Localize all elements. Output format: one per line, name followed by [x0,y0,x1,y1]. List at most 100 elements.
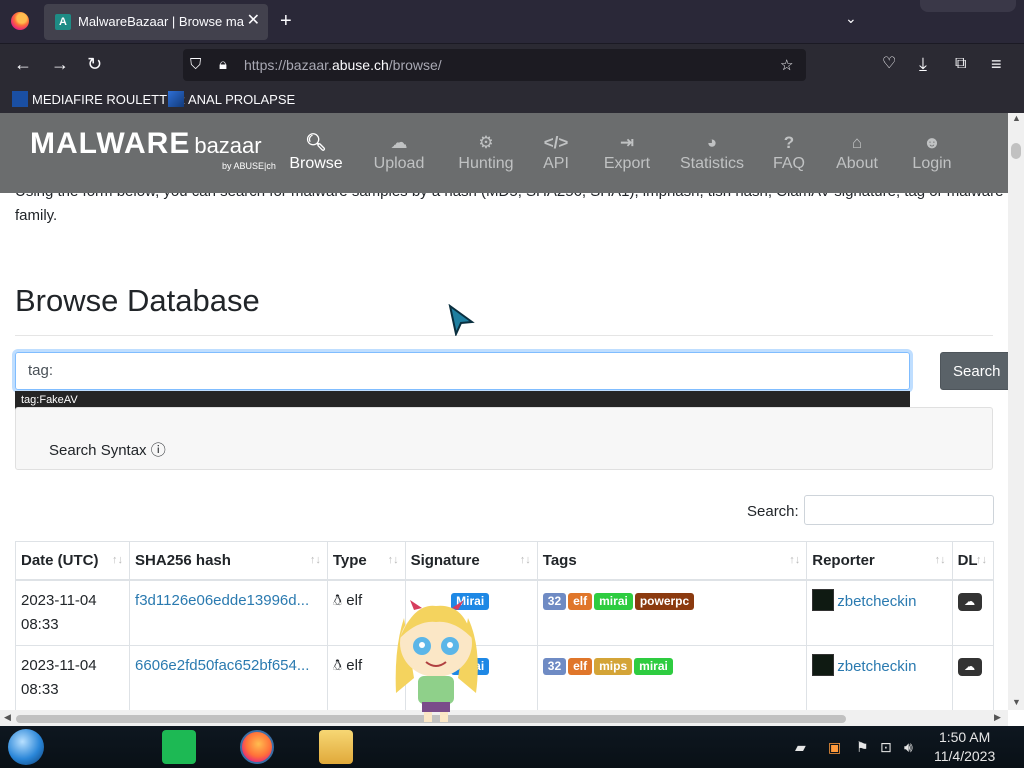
volume-icon[interactable]: 🔊︎ [904,739,913,756]
close-tab-icon[interactable]: ✕ [247,12,260,30]
search-button[interactable]: Search [940,352,1008,390]
tag-badge[interactable]: mips [594,658,633,675]
download-icon[interactable]: ☁ [957,593,982,611]
column-header-3[interactable]: Signature ↑↓ [404,541,538,581]
tracking-protection-icon[interactable]: ⛉ [190,56,201,73]
question-icon: ? [783,133,795,152]
column-header-6[interactable]: DL ↑↓ [951,541,995,581]
firefox-taskbar-icon[interactable] [240,730,274,764]
new-tab-icon[interactable]: + [280,10,292,32]
tag-badge[interactable]: 32 [542,593,567,610]
downloads-icon[interactable]: ⤓ [919,54,927,74]
sort-arrows-icon[interactable]: ↑↓ [310,554,321,566]
pocket-icon[interactable]: ♡ [882,54,896,74]
tag-badge[interactable]: powerpc [634,593,695,610]
table-row: 2023-11-04 08:33 6606e2fd50fac652bf654... 🐧… [14,645,995,710]
site-navbar: MALWARE bazaar by ABUSE|ch 🔍︎ Browse ☁ Uploa… [0,113,1008,193]
system-clock[interactable]: 1:50 AM 11/4/2023 [934,728,995,766]
vertical-scrollbar[interactable]: ▲ ▼ [1008,113,1024,710]
reporter-link[interactable]: zbetcheckin [837,658,916,675]
download-icon[interactable]: ☁ [957,658,982,676]
hash-link[interactable]: f3d1126e06edde13996d... [135,592,309,609]
search-icon: 🔍︎ [305,133,327,152]
scroll-up-icon[interactable]: ▲ [1012,113,1021,123]
scroll-left-icon[interactable]: ◀ [4,712,11,723]
file-explorer-icon[interactable] [319,730,353,764]
nav-faq[interactable]: ? FAQ [749,133,829,173]
search-input[interactable]: tag: [15,352,910,390]
linux-penguin-icon: 🐧︎ [332,592,343,609]
nav-hunting[interactable]: ⚙ Hunting [446,133,526,173]
nav-about[interactable]: ⌂ About [822,133,892,173]
cell-tags: 32 elf mirai powerpc [536,579,808,646]
column-header-2[interactable]: Type ↑↓ [326,541,406,581]
column-header-0[interactable]: Date (UTC) ↑↓ [14,541,131,581]
cell-date: 2023-11-04 08:33 [14,645,131,710]
lock-icon[interactable]: 🔒︎ [219,56,227,73]
nav-login[interactable]: ☻ Login [892,133,972,173]
start-button[interactable] [8,729,44,765]
horizontal-scrollbar[interactable]: ◀ ▶ [0,710,1008,726]
table-search-label: Search: [747,503,799,520]
cell-download: ☁ [951,645,995,710]
search-syntax-panel[interactable]: Search Syntax ⓘ [15,407,993,470]
cell-hash: f3d1126e06edde13996d... [129,579,328,646]
forward-icon[interactable]: → [51,54,69,74]
scrollbar-thumb[interactable] [1011,143,1021,159]
reporter-link[interactable]: zbetcheckin [837,593,916,610]
nav-api[interactable]: </> API [516,133,596,173]
sort-arrows-icon[interactable]: ↑↓ [520,554,531,566]
tag-badge[interactable]: elf [568,658,593,675]
list-all-tabs-icon[interactable]: ⌄ [845,10,857,27]
search-syntax-toggle[interactable]: Search Syntax ⓘ [49,439,166,460]
sort-arrows-icon[interactable]: ↑↓ [112,554,123,566]
sort-arrows-icon[interactable]: ↑↓ [789,554,800,566]
scroll-down-icon[interactable]: ▼ [1012,697,1021,707]
menu-icon[interactable]: ≡ [991,54,1002,74]
nav-browse[interactable]: 🔍︎ Browse [276,133,356,173]
cell-download: ☁ [951,579,995,646]
tag-badge[interactable]: mirai [634,658,673,675]
sort-arrows-icon[interactable]: ↑↓ [388,554,399,566]
spotify-icon[interactable] [162,730,196,764]
screen: A MalwareBazaar | Browse malware ✕ + ⌄ ←… [0,0,1024,768]
cell-reporter: zbetcheckin [806,645,953,710]
reload-icon[interactable]: ↻ [87,54,102,74]
nav-statistics[interactable]: ◕ Statistics [670,133,754,173]
column-header-1[interactable]: SHA256 hash ↑↓ [129,541,328,581]
tray-app-icon[interactable]: ▣ [828,739,841,756]
sort-arrows-icon[interactable]: ↑↓ [935,554,946,566]
browser-tab-active[interactable]: A MalwareBazaar | Browse malware ✕ [44,4,268,40]
browser-nav-bar: ← → ↻ ⛉ 🔒︎ https://bazaar.abuse.ch/brows… [0,44,1024,86]
bookmark-mediafire[interactable]: MEDIAFIRE ROULETTER [12,91,185,107]
taskbar: ▰ ▣ ⚑ ⊡ 🔊︎ 1:50 AM 11/4/2023 [0,726,1024,768]
tag-badge[interactable]: mirai [594,593,633,610]
linux-penguin-icon: 🐧︎ [332,657,343,674]
column-header-5[interactable]: Reporter ↑↓ [806,541,953,581]
extensions-icon[interactable]: ⧉ [955,54,966,74]
tray-overflow-icon[interactable]: ▰ [795,739,806,756]
bookmark-second[interactable]: ANAL PROLAPSE [168,91,295,107]
firefox-icon[interactable] [11,12,29,30]
bookmark-star-icon[interactable]: ☆ [780,56,793,74]
table-search-input[interactable] [804,495,994,525]
url-bar[interactable]: ⛉ 🔒︎ https://bazaar.abuse.ch/browse/ ☆ [183,49,806,81]
tray-flag-icon[interactable]: ⚑ [856,739,869,756]
nav-upload[interactable]: ☁ Upload [359,133,439,173]
window-controls[interactable] [920,0,1016,12]
scroll-right-icon[interactable]: ▶ [994,712,1001,723]
hash-link[interactable]: 6606e2fd50fac652bf654... [135,657,309,674]
back-icon[interactable]: ← [14,54,32,74]
reporter-avatar [812,589,835,611]
hunting-icon: ⚙ [478,133,494,152]
tag-badge[interactable]: elf [568,593,593,610]
nav-export[interactable]: ⇥ Export [587,133,667,173]
tag-badge[interactable]: 32 [542,658,567,675]
cell-tags: 32 elf mips mirai [536,645,808,710]
sort-arrows-icon[interactable]: ↑↓ [976,554,987,566]
url-text[interactable]: https://bazaar.abuse.ch/browse/ [244,57,442,73]
site-logo[interactable]: MALWARE bazaar by ABUSE|ch [30,127,276,171]
reporter-avatar [812,654,835,676]
network-icon[interactable]: ⊡ [880,739,892,756]
column-header-4[interactable]: Tags ↑↓ [536,541,808,581]
